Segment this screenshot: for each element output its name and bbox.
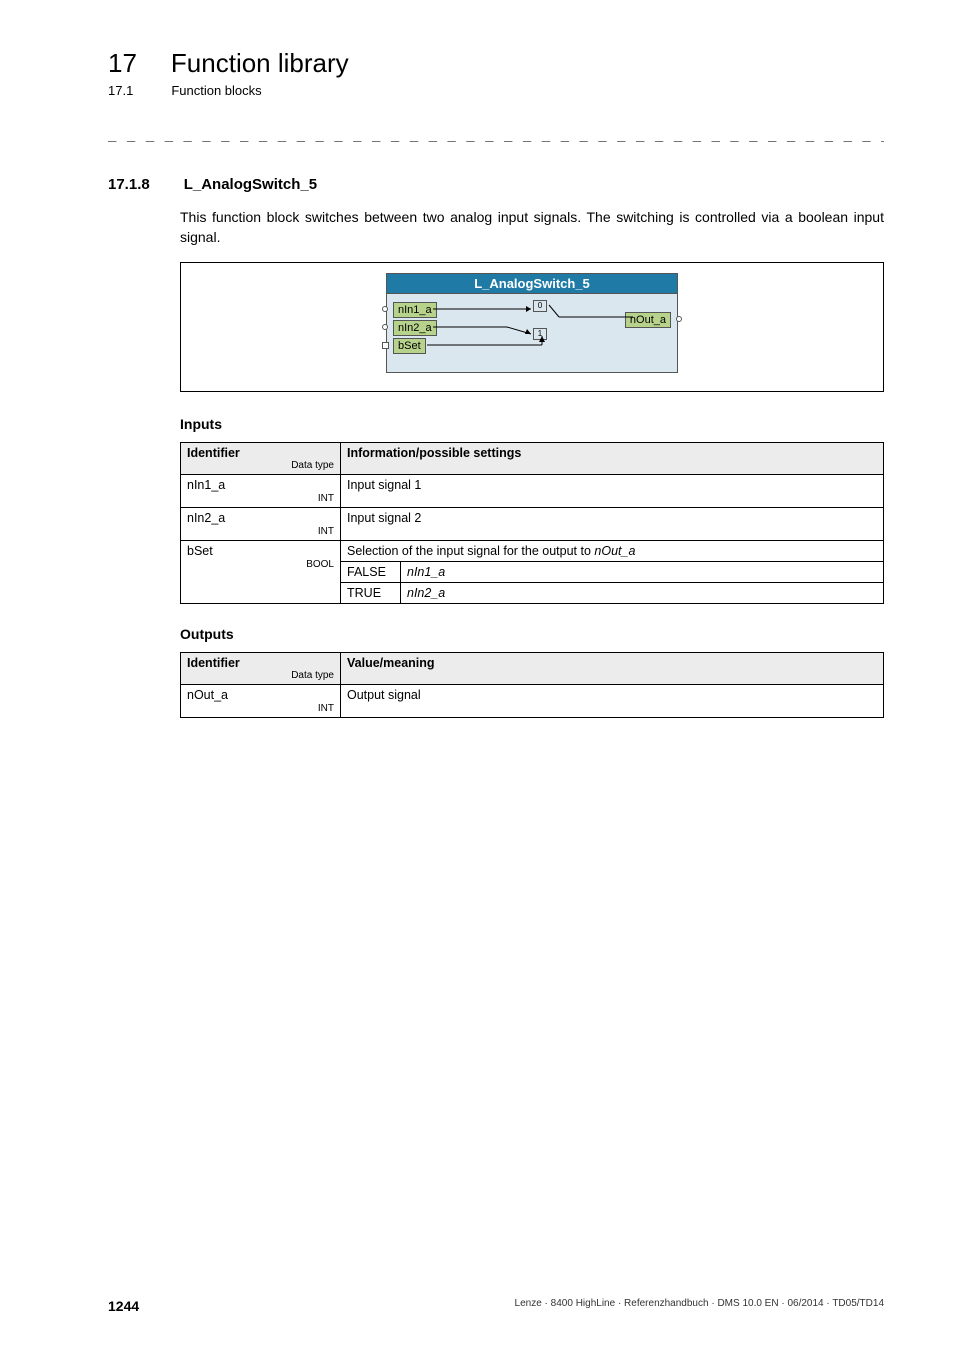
outputs-th-identifier: Identifier Data type — [181, 652, 341, 684]
switch-label-1: 1 — [533, 328, 547, 340]
subsection-number: 17.1.8 — [108, 176, 150, 193]
inputs-th-identifier-label: Identifier — [187, 446, 240, 460]
bset-true-label: TRUE — [341, 582, 401, 603]
port-label-in2: nIn2_a — [393, 320, 437, 336]
input-ident: nIn2_a — [187, 511, 225, 525]
output-value: Output signal — [341, 684, 884, 717]
inputs-heading: Inputs — [180, 416, 884, 432]
outputs-th-value: Value/meaning — [341, 652, 884, 684]
inputs-th-identifier: Identifier Data type — [181, 442, 341, 474]
outputs-th-identifier-label: Identifier — [187, 656, 240, 670]
bset-false-value: nIn1_a — [401, 561, 884, 582]
terminal-in1-icon — [382, 306, 388, 312]
output-datatype: INT — [187, 702, 334, 714]
table-row: nIn2_a INT Input signal 2 — [181, 507, 884, 540]
port-label-in1: nIn1_a — [393, 302, 437, 318]
input-ident: bSet — [187, 544, 213, 558]
switch-symbol: 0 1 — [515, 300, 571, 340]
table-row: nOut_a INT Output signal — [181, 684, 884, 717]
page-number: 1244 — [108, 1298, 139, 1314]
terminal-bset-icon — [382, 342, 389, 349]
section-title: Function blocks — [171, 83, 261, 98]
outputs-heading: Outputs — [180, 626, 884, 642]
input-datatype: BOOL — [187, 558, 334, 570]
input-datatype: INT — [187, 525, 334, 537]
footer-text: Lenze · 8400 HighLine · Referenzhandbuch… — [515, 1298, 884, 1314]
table-row: nIn1_a INT Input signal 1 — [181, 474, 884, 507]
function-block: L_AnalogSwitch_5 nIn1_a nIn2_a bSet nOut… — [386, 273, 678, 373]
inputs-th-datatype-label: Data type — [291, 460, 334, 471]
block-body: nIn1_a nIn2_a bSet nOut_a 0 1 — [387, 294, 677, 372]
bset-info-italic: nOut_a — [594, 544, 635, 558]
separator-dashes: _ _ _ _ _ _ _ _ _ _ _ _ _ _ _ _ _ _ _ _ … — [108, 126, 884, 142]
page-header: 17 Function library 17.1 Function blocks — [108, 48, 884, 98]
terminal-in2-icon — [382, 324, 388, 330]
input-info: Selection of the input signal for the ou… — [341, 540, 884, 561]
outputs-th-datatype-label: Data type — [291, 670, 334, 681]
block-diagram-frame: L_AnalogSwitch_5 nIn1_a nIn2_a bSet nOut… — [180, 262, 884, 392]
inputs-th-info: Information/possible settings — [341, 442, 884, 474]
port-label-out: nOut_a — [625, 312, 671, 328]
subsection-title: L_AnalogSwitch_5 — [184, 176, 317, 193]
terminal-out-icon — [676, 316, 682, 322]
port-label-bset: bSet — [393, 338, 426, 354]
block-title: L_AnalogSwitch_5 — [387, 274, 677, 294]
switch-label-0: 0 — [533, 300, 547, 312]
input-ident: nIn1_a — [187, 478, 225, 492]
outputs-table: Identifier Data type Value/meaning nOut_… — [180, 652, 884, 718]
chapter-title: Function library — [171, 48, 349, 79]
input-info: Input signal 2 — [341, 507, 884, 540]
inputs-table: Identifier Data type Information/possibl… — [180, 442, 884, 604]
bset-true-value: nIn2_a — [401, 582, 884, 603]
input-info: Input signal 1 — [341, 474, 884, 507]
output-ident: nOut_a — [187, 688, 228, 702]
bset-info-text: Selection of the input signal for the ou… — [347, 544, 594, 558]
table-row: bSet BOOL Selection of the input signal … — [181, 540, 884, 561]
bset-false-label: FALSE — [341, 561, 401, 582]
chapter-number: 17 — [108, 48, 137, 79]
description-text: This function block switches between two… — [180, 207, 884, 248]
page-footer: 1244 Lenze · 8400 HighLine · Referenzhan… — [108, 1298, 884, 1314]
input-datatype: INT — [187, 492, 334, 504]
section-number: 17.1 — [108, 83, 133, 98]
